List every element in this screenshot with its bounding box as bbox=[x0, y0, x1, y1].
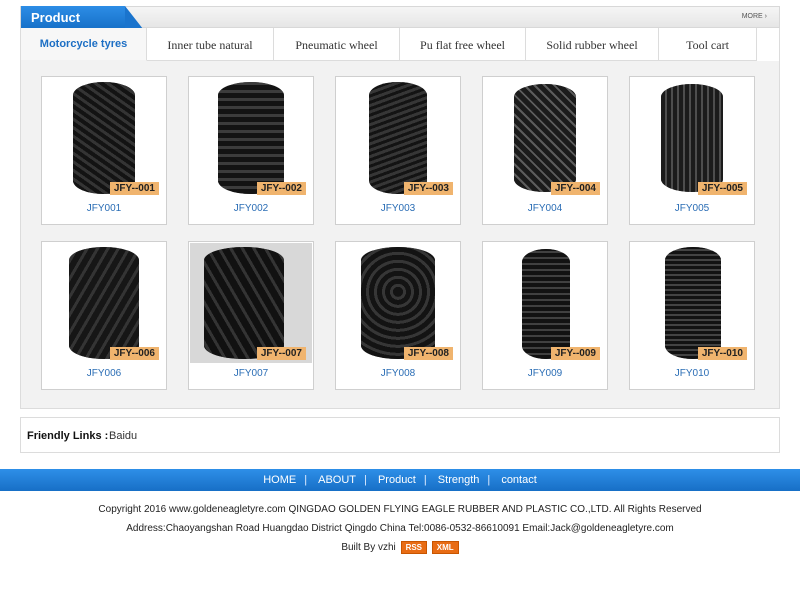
product-name-link[interactable]: JFY002 bbox=[189, 203, 313, 214]
tire-image[interactable]: JFY--008 bbox=[337, 243, 459, 363]
product-header-title: Product bbox=[21, 6, 143, 29]
product-name-link[interactable]: JFY007 bbox=[189, 368, 313, 379]
product-name-link[interactable]: JFY008 bbox=[336, 368, 460, 379]
product-card[interactable]: JFY--004 JFY004 bbox=[482, 76, 608, 225]
product-tag: JFY--009 bbox=[550, 347, 600, 360]
tab-motorcycle-tyres[interactable]: Motorcycle tyres bbox=[21, 28, 147, 61]
tire-image[interactable]: JFY--001 bbox=[43, 78, 165, 198]
product-name-link[interactable]: JFY004 bbox=[483, 203, 607, 214]
tab-solid-rubber-wheel[interactable]: Solid rubber wheel bbox=[526, 28, 659, 61]
nav-about[interactable]: ABOUT bbox=[318, 474, 356, 486]
product-name-link[interactable]: JFY005 bbox=[630, 203, 754, 214]
product-tag: JFY--005 bbox=[697, 182, 747, 195]
nav-home[interactable]: HOME bbox=[263, 474, 296, 486]
product-name-link[interactable]: JFY001 bbox=[42, 203, 166, 214]
friendly-link-baidu[interactable]: Baidu bbox=[109, 430, 137, 442]
tab-inner-tube-natural[interactable]: Inner tube natural bbox=[147, 28, 274, 61]
rss-badge[interactable]: RSS bbox=[400, 541, 428, 554]
product-tag: JFY--008 bbox=[403, 347, 453, 360]
product-tag: JFY--003 bbox=[403, 182, 453, 195]
product-card[interactable]: JFY--009 JFY009 bbox=[482, 241, 608, 390]
product-tag: JFY--010 bbox=[697, 347, 747, 360]
product-tag: JFY--007 bbox=[256, 347, 306, 360]
tab-pneumatic-wheel[interactable]: Pneumatic wheel bbox=[274, 28, 400, 61]
friendly-links-box: Friendly Links : Baidu bbox=[20, 417, 780, 453]
nav-product[interactable]: Product bbox=[378, 474, 416, 486]
category-tabs: Motorcycle tyres Inner tube natural Pneu… bbox=[21, 28, 779, 61]
tire-image[interactable]: JFY--002 bbox=[190, 78, 312, 198]
product-tag: JFY--004 bbox=[550, 182, 600, 195]
footer-nav: HOME | ABOUT | Product | Strength | contact bbox=[0, 469, 800, 491]
product-tag: JFY--002 bbox=[256, 182, 306, 195]
product-card[interactable]: JFY--002 JFY002 bbox=[188, 76, 314, 225]
nav-strength[interactable]: Strength bbox=[438, 474, 480, 486]
xml-badge[interactable]: XML bbox=[431, 541, 459, 554]
nav-contact[interactable]: contact bbox=[501, 474, 536, 486]
friendly-links-label: Friendly Links : bbox=[27, 430, 109, 442]
product-name-link[interactable]: JFY009 bbox=[483, 368, 607, 379]
product-card[interactable]: JFY--008 JFY008 bbox=[335, 241, 461, 390]
product-name-link[interactable]: JFY010 bbox=[630, 368, 754, 379]
product-name-link[interactable]: JFY003 bbox=[336, 203, 460, 214]
product-header-bar: Product MORE › bbox=[20, 6, 780, 29]
tire-image[interactable]: JFY--003 bbox=[337, 78, 459, 198]
product-card[interactable]: JFY--010 JFY010 bbox=[629, 241, 755, 390]
product-panel: Motorcycle tyres Inner tube natural Pneu… bbox=[20, 28, 780, 409]
built-by-row: Built By vzhi RSS XML bbox=[0, 541, 800, 554]
address-text: Address:Chaoyangshan Road Huangdao Distr… bbox=[126, 523, 674, 534]
tire-image[interactable]: JFY--009 bbox=[484, 243, 606, 363]
product-card[interactable]: JFY--001 JFY001 bbox=[41, 76, 167, 225]
more-link[interactable]: MORE › bbox=[742, 13, 767, 20]
copyright-text: Copyright 2016 www.goldeneagletyre.com Q… bbox=[98, 504, 702, 515]
nav-separator: | bbox=[364, 474, 367, 486]
nav-separator: | bbox=[423, 474, 427, 486]
nav-separator: | bbox=[487, 474, 491, 486]
product-tag: JFY--006 bbox=[109, 347, 159, 360]
product-name-link[interactable]: JFY006 bbox=[42, 368, 166, 379]
product-tag: JFY--001 bbox=[109, 182, 159, 195]
nav-separator: | bbox=[304, 474, 308, 486]
product-card[interactable]: JFY--003 JFY003 bbox=[335, 76, 461, 225]
tire-image[interactable]: JFY--007 bbox=[190, 243, 312, 363]
product-card[interactable]: JFY--006 JFY006 bbox=[41, 241, 167, 390]
tire-image[interactable]: JFY--005 bbox=[631, 78, 753, 198]
built-by-text: Built By vzhi bbox=[341, 542, 396, 553]
tab-pu-flat-free-wheel[interactable]: Pu flat free wheel bbox=[400, 28, 526, 61]
tire-image[interactable]: JFY--006 bbox=[43, 243, 165, 363]
product-card[interactable]: JFY--007 JFY007 bbox=[188, 241, 314, 390]
tire-image[interactable]: JFY--004 bbox=[484, 78, 606, 198]
tab-tool-cart[interactable]: Tool cart bbox=[659, 28, 757, 61]
product-card[interactable]: JFY--005 JFY005 bbox=[629, 76, 755, 225]
tire-image[interactable]: JFY--010 bbox=[631, 243, 753, 363]
